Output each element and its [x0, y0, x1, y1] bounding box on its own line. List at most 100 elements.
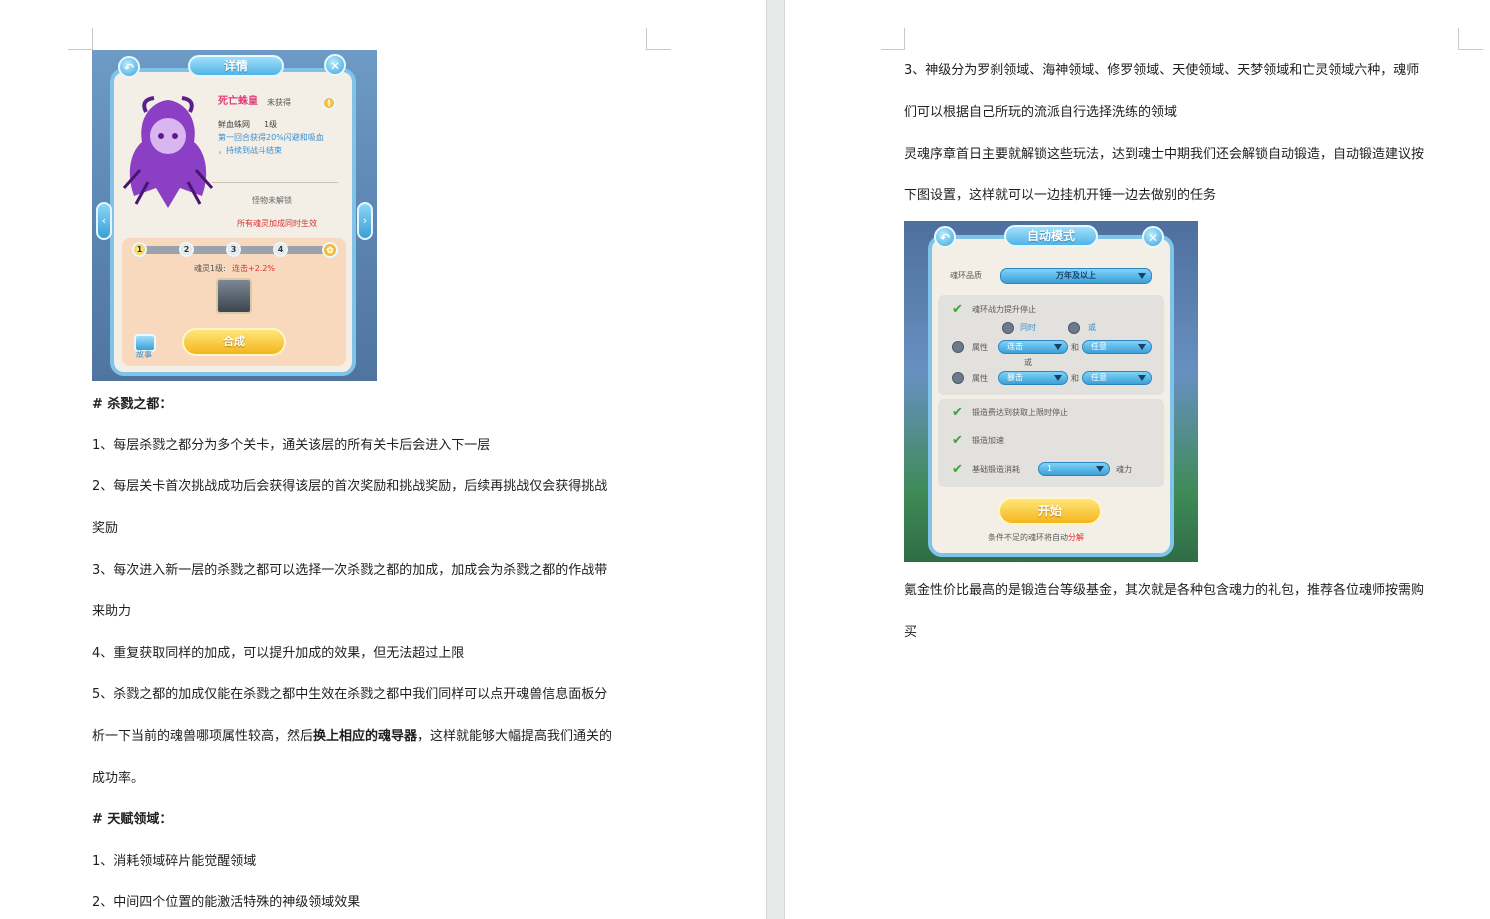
- combine-button[interactable]: 合成: [182, 328, 286, 356]
- footer-note: 条件不足的魂环将自动分解: [988, 533, 1084, 543]
- attr2-label: 属性: [972, 374, 988, 383]
- checkbox-ring-upgrade[interactable]: ✔: [952, 303, 965, 316]
- footer-note-action: 分解: [1068, 533, 1084, 542]
- or-label: 或: [1088, 323, 1096, 332]
- chevron-down-icon: [1054, 344, 1062, 350]
- unlock-note: 所有魂灵加成同时生效: [237, 219, 317, 228]
- checkbox-cost[interactable]: ✔: [952, 463, 965, 476]
- attr2-any-select[interactable]: 任意: [1082, 371, 1152, 385]
- attr1-value: 连击: [1007, 342, 1023, 351]
- chevron-down-icon: [1138, 273, 1146, 279]
- body-line: 氪金性价比最高的是锻造台等级基金，其次就是各种包含魂力的礼包，推荐各位魂师按需购: [904, 583, 1425, 598]
- cost-unit: 魂力: [1116, 465, 1132, 474]
- crop-mark-top-left: [881, 28, 905, 50]
- step-marker[interactable]: 4: [273, 242, 288, 257]
- radio-or[interactable]: [1068, 322, 1080, 334]
- close-icon[interactable]: ✕: [1142, 226, 1164, 248]
- attr1-select[interactable]: 连击: [998, 340, 1068, 354]
- kill-city-line-suffix: ，这样就能够大幅提高我们通关的: [417, 729, 613, 744]
- or-middle-label: 或: [1024, 358, 1032, 367]
- checkbox-speedup[interactable]: ✔: [952, 434, 965, 447]
- cost-label: 基础锻造消耗: [972, 465, 1020, 474]
- page-gutter: [766, 0, 785, 919]
- back-icon[interactable]: ↶: [118, 56, 140, 78]
- chevron-down-icon: [1054, 375, 1062, 381]
- radio-attr1[interactable]: [952, 341, 964, 353]
- cost-select[interactable]: 1: [1038, 462, 1110, 476]
- kill-city-line-bold: 析一下当前的魂兽哪项属性较高，然后换上相应的魂导器，这样就能够大幅提高我们通关的: [92, 729, 612, 745]
- attr2-value: 暴击: [1007, 373, 1023, 382]
- kill-city-line: 1、每层杀戮之都分为多个关卡，通关该层的所有关卡后会进入下一层: [92, 438, 491, 453]
- monster-name: 死亡蛛皇: [218, 96, 258, 107]
- document-page-left: 详情 ↶ ✕ ‹ › 死亡蛛皇 未获得 ! 鲜血蛛网 1级 第一回合获得20%闪…: [0, 0, 766, 919]
- radio-same-time[interactable]: [1002, 322, 1014, 334]
- attr2-select[interactable]: 暴击: [998, 371, 1068, 385]
- ring-quality-select[interactable]: 万年及以上: [1000, 268, 1152, 284]
- body-line: 下图设置，这样就可以一边挂机开锤一边去做别的任务: [904, 188, 1217, 203]
- detail-title: 详情: [188, 55, 284, 77]
- chevron-down-icon: [1096, 466, 1104, 472]
- monster-portrait: [122, 96, 214, 208]
- heading-kill-city: # 杀戮之都：: [92, 397, 173, 412]
- same-time-label: 同时: [1020, 323, 1036, 332]
- kill-city-line: 5、杀戮之都的加成仅能在杀戮之都中生效在杀戮之都中我们同样可以点开魂兽信息面板分: [92, 687, 608, 702]
- heading-talent: # 天赋领域：: [92, 812, 173, 827]
- kill-city-line: 2、每层关卡首次挑战成功后会获得该层的首次奖励和挑战奖励，后续再挑战仅会获得挑战: [92, 479, 608, 494]
- kill-city-line-emphasis: 换上相应的魂导器: [313, 729, 418, 744]
- crop-mark-top-left: [68, 28, 93, 50]
- cost-value: 1: [1047, 464, 1053, 473]
- story-label: 故事: [136, 350, 152, 359]
- soul-item-slot[interactable]: [216, 278, 252, 314]
- close-icon[interactable]: ✕: [324, 54, 346, 76]
- auto-mode-title: 自动模式: [1004, 225, 1098, 247]
- attr2-any-value: 任意: [1091, 373, 1107, 382]
- radio-attr2[interactable]: [952, 372, 964, 384]
- arrow-left-icon[interactable]: ‹: [96, 202, 112, 240]
- back-icon[interactable]: ↶: [934, 226, 956, 248]
- skill-name: 鲜血蛛网: [218, 120, 250, 129]
- kill-city-line: 奖励: [92, 521, 119, 536]
- body-line: 买: [904, 625, 918, 640]
- ring-quality-label: 魂环品质: [950, 271, 982, 280]
- step-marker[interactable]: 3: [226, 242, 241, 257]
- footer-note-prefix: 条件不足的魂环将自动: [988, 533, 1068, 542]
- body-line: 灵魂序章首日主要就解锁这些玩法，达到魂士中期我们还会解锁自动锻造，自动锻造建议按: [904, 147, 1425, 162]
- info-icon[interactable]: !: [322, 96, 336, 110]
- attr1-any-select[interactable]: 任意: [1082, 340, 1152, 354]
- locked-label: 怪物未解锁: [252, 196, 292, 205]
- skill-level: 1级: [264, 120, 278, 129]
- chevron-down-icon: [1138, 344, 1146, 350]
- body-line: 们可以根据自己所玩的流派自行选择洗练的领域: [904, 105, 1178, 120]
- level-limit-label: 锻造费达到获取上限时停止: [972, 408, 1068, 417]
- bonus-label: 魂灵1级:: [194, 264, 226, 273]
- kill-city-last-line: 成功率。: [92, 771, 145, 786]
- kill-city-line: 4、重复获取同样的加成，可以提升加成的效果，但无法超过上限: [92, 646, 465, 661]
- step-marker[interactable]: 2: [179, 242, 194, 257]
- checkbox-level-limit[interactable]: ✔: [952, 406, 965, 419]
- divider: [212, 182, 338, 183]
- step-marker[interactable]: 1: [132, 242, 147, 257]
- crop-mark-top-right: [646, 28, 671, 50]
- chevron-down-icon: [1138, 375, 1146, 381]
- kill-city-line: 3、每次进入新一层的杀戮之都可以选择一次杀戮之都的加成，加成会为杀戮之都的作战带: [92, 563, 608, 578]
- start-button[interactable]: 开始: [998, 497, 1102, 525]
- ring-quality-value: 万年及以上: [1056, 271, 1096, 280]
- skill-desc-line2: ，持续到战斗结束: [218, 146, 282, 155]
- auto-mode-screenshot: 自动模式 ↶ ✕ 魂环品质 万年及以上 ✔ 魂环战力提升停止 同时 或 属性 连…: [904, 221, 1198, 562]
- skill-desc-line1: 第一回合获得20%闪避和吸血: [218, 133, 324, 142]
- speedup-label: 锻造加速: [972, 436, 1004, 445]
- and-label: 和: [1071, 343, 1079, 352]
- kill-city-line-prefix: 析一下当前的魂兽哪项属性较高，然后: [92, 729, 314, 744]
- talent-line: 1、消耗领域碎片能觉醒领域: [92, 854, 257, 869]
- arrow-right-icon[interactable]: ›: [357, 202, 373, 240]
- talent-line: 2、中间四个位置的能激活特殊的神级领域效果: [92, 895, 361, 910]
- paw-icon: ✿: [322, 242, 338, 258]
- attr1-label: 属性: [972, 343, 988, 352]
- ring-upgrade-label: 魂环战力提升停止: [972, 305, 1036, 314]
- kill-city-line: 来助力: [92, 604, 132, 619]
- and-label: 和: [1071, 374, 1079, 383]
- crop-mark-top-right: [1458, 28, 1483, 50]
- monster-detail-screenshot: 详情 ↶ ✕ ‹ › 死亡蛛皇 未获得 ! 鲜血蛛网 1级 第一回合获得20%闪…: [92, 50, 377, 381]
- bonus-value: 连击+2.2%: [232, 264, 276, 273]
- attr1-any-value: 任意: [1091, 342, 1107, 351]
